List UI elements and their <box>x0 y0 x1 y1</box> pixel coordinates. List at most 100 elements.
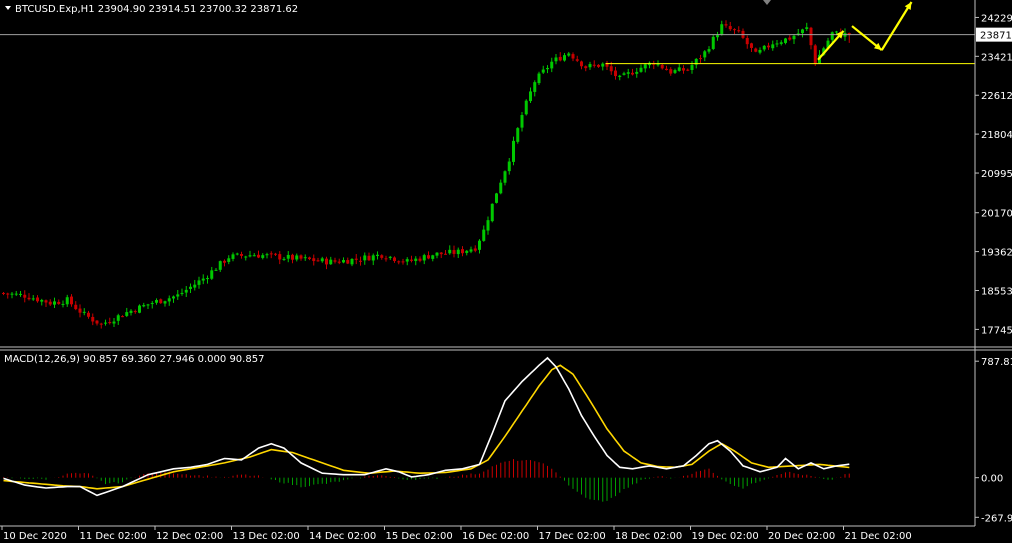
candle-body <box>575 59 579 61</box>
candle-body <box>524 100 528 115</box>
candle-body <box>269 253 273 255</box>
candle-body <box>690 65 694 70</box>
candle-body <box>469 249 473 252</box>
candle-body <box>665 68 668 71</box>
candle-body <box>699 58 702 60</box>
candle-body <box>830 32 834 40</box>
candle-body <box>6 293 10 295</box>
candle-body <box>227 258 231 262</box>
time-tick-label: 16 Dec 02:00 <box>462 531 529 542</box>
candle-body <box>393 257 396 262</box>
candle-body <box>592 64 596 66</box>
candle-body <box>104 322 107 324</box>
time-tick-label: 14 Dec 02:00 <box>309 531 376 542</box>
candle-body <box>835 31 838 33</box>
candle-body <box>116 315 120 321</box>
candle-body <box>422 255 426 261</box>
candle <box>138 304 141 314</box>
candle-body <box>172 296 175 299</box>
candle-body <box>490 203 494 222</box>
candle-body <box>44 300 48 303</box>
candle-body <box>788 37 792 40</box>
candle-body <box>482 229 486 241</box>
candle-body <box>405 259 409 262</box>
candle-body <box>214 269 218 271</box>
candle-body <box>133 311 137 313</box>
candle <box>516 127 520 144</box>
candle-body <box>146 304 150 306</box>
candle-body <box>367 255 371 261</box>
candle-body <box>87 312 90 317</box>
candle-body <box>371 255 375 261</box>
candle-body <box>622 73 626 75</box>
candle-body <box>473 248 477 251</box>
candle-body <box>512 140 515 162</box>
candle-body <box>813 45 817 65</box>
candle-body <box>193 284 197 288</box>
candle-body <box>614 70 617 77</box>
candle-body <box>427 255 430 259</box>
candle <box>711 35 715 51</box>
candle-body <box>274 253 277 255</box>
candle-body <box>673 70 677 73</box>
candle-body <box>546 67 549 70</box>
candle-body <box>682 68 685 71</box>
candle-body <box>639 67 643 72</box>
candle-body <box>95 320 99 324</box>
price-tick-label: 20170. <box>981 209 1012 220</box>
candle-body <box>31 298 35 300</box>
candle-body <box>486 220 490 231</box>
candle-body <box>669 69 673 74</box>
candle-body <box>167 298 171 302</box>
candle-body <box>61 303 65 305</box>
candle-body <box>346 260 350 264</box>
candle-body <box>750 43 753 48</box>
candle-body <box>809 27 813 46</box>
candle-body <box>609 66 613 72</box>
candle-body <box>805 27 809 30</box>
candle-body <box>537 73 541 84</box>
candle-body <box>554 57 558 62</box>
candle-body <box>571 54 575 59</box>
candle-body <box>388 256 392 258</box>
candle-body <box>206 278 209 280</box>
candle-body <box>121 316 124 318</box>
candle-body <box>563 55 566 61</box>
candle-body <box>384 258 388 260</box>
candle-body <box>248 255 252 257</box>
candle-body <box>299 255 303 259</box>
candle-body <box>363 255 367 261</box>
candle-body <box>150 303 154 305</box>
candle-body <box>295 255 299 260</box>
candle-body <box>397 261 401 263</box>
candle-body <box>588 64 592 68</box>
trading-chart[interactable]: BTCUSD.Exp,H1 23904.90 23914.51 23700.32… <box>0 0 1012 543</box>
candle-body <box>36 297 39 302</box>
candle-body <box>82 311 86 313</box>
candle-body <box>14 293 18 295</box>
candle-body <box>452 250 456 254</box>
candle-body <box>520 115 524 128</box>
time-tick-label: 15 Dec 02:00 <box>386 531 453 542</box>
candle-body <box>350 258 354 265</box>
candle-body <box>27 297 31 300</box>
candle-body <box>376 254 379 256</box>
time-tick-label: 19 Dec 02:00 <box>692 531 759 542</box>
candle-body <box>201 278 205 281</box>
candle-body <box>410 259 413 261</box>
candle-body <box>240 254 243 256</box>
candle-body <box>163 301 167 304</box>
candle-body <box>801 29 804 34</box>
candle-body <box>516 128 520 142</box>
candle-body <box>635 71 639 74</box>
candle-body <box>308 257 311 260</box>
candle <box>813 44 817 66</box>
candle-body <box>180 292 184 294</box>
candle-body <box>716 35 719 38</box>
current-price-label: 23871. <box>980 31 1012 42</box>
candle-body <box>19 293 22 295</box>
candle-body <box>261 255 265 258</box>
candle-body <box>435 252 439 256</box>
candle-body <box>541 69 545 73</box>
candle-body <box>444 253 447 255</box>
